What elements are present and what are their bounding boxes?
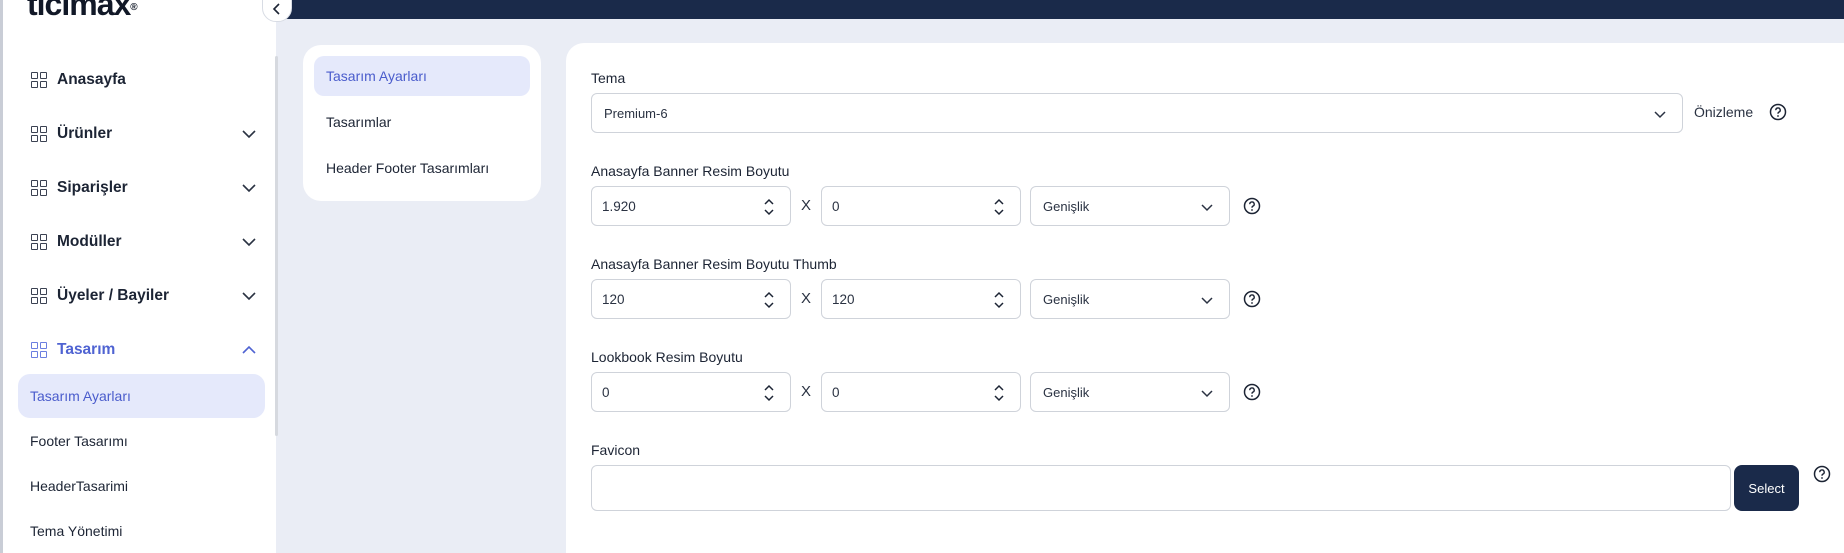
chevron-up-icon bbox=[242, 345, 256, 354]
favicon-select-button[interactable]: Select bbox=[1734, 465, 1799, 511]
banner-mode-select[interactable]: Genişlik bbox=[1030, 186, 1230, 226]
spinner-arrows-icon[interactable] bbox=[764, 384, 774, 402]
sidebar-item-label: Anasayfa bbox=[57, 71, 126, 88]
logo[interactable]: ticimax® bbox=[27, 0, 138, 23]
lookbook-height-value: 0 bbox=[832, 384, 840, 400]
help-icon[interactable] bbox=[1769, 103, 1787, 121]
chevron-down-icon bbox=[242, 238, 256, 247]
banner-thumb-size-label: Anasayfa Banner Resim Boyutu Thumb bbox=[591, 256, 837, 272]
chevron-down-icon bbox=[1654, 111, 1666, 119]
settings-form-card: Tema Premium-6 Önizleme Anasayfa Banner … bbox=[566, 43, 1844, 553]
banner-size-label: Anasayfa Banner Resim Boyutu bbox=[591, 163, 790, 179]
grid-icon bbox=[31, 288, 47, 304]
sidebar-item-label: Modüller bbox=[57, 233, 122, 250]
chevron-down-icon bbox=[1201, 297, 1213, 305]
sidebar-subitem-tasarim-ayarlari[interactable]: Tasarım Ayarları bbox=[18, 374, 265, 418]
banner-thumb-width-input[interactable]: 120 bbox=[591, 279, 791, 319]
chevron-down-icon bbox=[242, 130, 256, 139]
lookbook-height-input[interactable]: 0 bbox=[821, 372, 1021, 412]
banner-thumb-height-value: 120 bbox=[832, 291, 855, 307]
help-icon[interactable] bbox=[1243, 383, 1261, 401]
section-nav-tasarimlar[interactable]: Tasarımlar bbox=[314, 102, 530, 142]
logo-registered-mark: ® bbox=[130, 2, 137, 13]
spinner-arrows-icon[interactable] bbox=[994, 384, 1004, 402]
chevron-down-icon bbox=[1201, 390, 1213, 398]
banner-mode-value: Genişlik bbox=[1043, 198, 1090, 214]
spinner-arrows-icon[interactable] bbox=[764, 198, 774, 216]
sidebar: ticimax® Anasayfa Ürünler Siparişler Mod… bbox=[0, 0, 278, 553]
spinner-arrows-icon[interactable] bbox=[764, 291, 774, 309]
grid-icon bbox=[31, 180, 47, 196]
favicon-input[interactable] bbox=[591, 465, 1731, 511]
top-navbar bbox=[276, 0, 1844, 19]
sidebar-item-label: Üyeler / Bayiler bbox=[57, 287, 170, 304]
sidebar-item-anasayfa[interactable]: Anasayfa bbox=[31, 65, 257, 95]
help-icon[interactable] bbox=[1243, 197, 1261, 215]
banner-width-value: 1.920 bbox=[602, 198, 636, 214]
banner-thumb-width-value: 120 bbox=[602, 291, 625, 307]
preview-link[interactable]: Önizleme bbox=[1694, 104, 1753, 120]
grid-icon bbox=[31, 72, 47, 88]
banner-height-input[interactable]: 0 bbox=[821, 186, 1021, 226]
sidebar-item-urunler[interactable]: Ürünler bbox=[31, 119, 257, 149]
section-nav: Tasarım Ayarları Tasarımlar Header Foote… bbox=[303, 45, 541, 201]
dimension-separator: X bbox=[801, 197, 812, 214]
lookbook-width-value: 0 bbox=[602, 384, 610, 400]
sidebar-subitem-tema-yonetimi[interactable]: Tema Yönetimi bbox=[18, 509, 265, 553]
sidebar-item-siparisler[interactable]: Siparişler bbox=[31, 173, 257, 203]
banner-thumb-mode-select[interactable]: Genişlik bbox=[1030, 279, 1230, 319]
help-icon[interactable] bbox=[1813, 465, 1831, 483]
spinner-arrows-icon[interactable] bbox=[994, 198, 1004, 216]
chevron-left-icon bbox=[272, 3, 280, 15]
theme-select[interactable]: Premium-6 bbox=[591, 93, 1683, 133]
banner-height-value: 0 bbox=[832, 198, 840, 214]
banner-width-input[interactable]: 1.920 bbox=[591, 186, 791, 226]
dimension-separator: X bbox=[801, 290, 812, 307]
theme-label: Tema bbox=[591, 70, 626, 86]
grid-icon bbox=[31, 126, 47, 142]
help-icon[interactable] bbox=[1243, 290, 1261, 308]
chevron-down-icon bbox=[242, 184, 256, 193]
sidebar-scrollbar[interactable] bbox=[275, 56, 278, 436]
sidebar-subitem-footer-tasarimi[interactable]: Footer Tasarımı bbox=[18, 419, 265, 463]
banner-thumb-mode-value: Genişlik bbox=[1043, 291, 1090, 307]
sidebar-item-label: Ürünler bbox=[57, 125, 113, 142]
sidebar-item-moduller[interactable]: Modüller bbox=[31, 227, 257, 257]
banner-thumb-height-input[interactable]: 120 bbox=[821, 279, 1021, 319]
favicon-label: Favicon bbox=[591, 442, 641, 458]
chevron-down-icon bbox=[242, 292, 256, 301]
spinner-arrows-icon[interactable] bbox=[994, 291, 1004, 309]
grid-icon bbox=[31, 342, 47, 358]
sidebar-item-label: Tasarım bbox=[57, 341, 116, 358]
sidebar-subitem-header-tasarimi[interactable]: HeaderTasarimi bbox=[18, 464, 265, 508]
sidebar-item-label: Siparişler bbox=[57, 179, 128, 196]
grid-icon bbox=[31, 234, 47, 250]
sidebar-item-uyeler-bayiler[interactable]: Üyeler / Bayiler bbox=[31, 281, 257, 311]
theme-select-value: Premium-6 bbox=[604, 105, 668, 121]
lookbook-mode-value: Genişlik bbox=[1043, 384, 1090, 400]
sidebar-item-tasarim[interactable]: Tasarım bbox=[31, 335, 257, 365]
lookbook-size-label: Lookbook Resim Boyutu bbox=[591, 349, 743, 365]
lookbook-mode-select[interactable]: Genişlik bbox=[1030, 372, 1230, 412]
lookbook-width-input[interactable]: 0 bbox=[591, 372, 791, 412]
dimension-separator: X bbox=[801, 383, 812, 400]
chevron-down-icon bbox=[1201, 204, 1213, 212]
section-nav-header-footer[interactable]: Header Footer Tasarımları bbox=[314, 148, 530, 188]
section-nav-tasarim-ayarlari[interactable]: Tasarım Ayarları bbox=[314, 56, 530, 96]
logo-text: ticimax bbox=[27, 0, 131, 22]
